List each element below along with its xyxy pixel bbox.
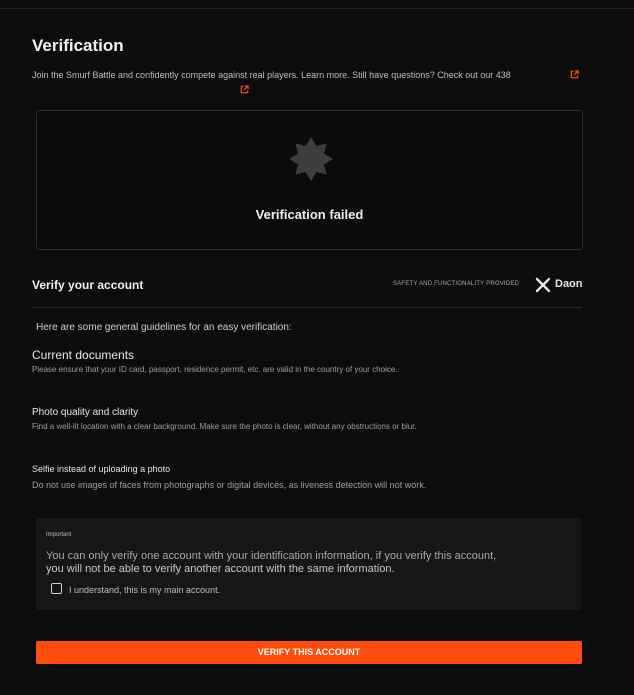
top-divider xyxy=(0,8,634,9)
important-label: Important xyxy=(46,532,72,538)
provider-name: Daon xyxy=(555,278,583,290)
provider-label: SAFETY AND FUNCTIONALITY PROVIDED xyxy=(393,281,520,287)
intro-text: Join the Smurf Battle and confidently co… xyxy=(32,70,511,80)
external-link-icon[interactable] xyxy=(570,70,579,79)
important-notice: Important You can only verify one accoun… xyxy=(36,518,581,610)
section-divider xyxy=(32,307,582,308)
checkbox-label[interactable]: I understand, this is my main account. xyxy=(69,585,220,595)
important-text: You can only verify one account with you… xyxy=(46,550,566,576)
important-line-1: You can only verify one account with you… xyxy=(46,550,497,562)
important-line-2: you will not be able to verify another a… xyxy=(46,563,395,575)
guideline-text: Please ensure that your ID card, passpor… xyxy=(32,365,398,374)
main-account-checkbox[interactable] xyxy=(51,583,62,594)
section-heading: Verify your account xyxy=(32,278,144,292)
verification-badge-icon xyxy=(289,137,333,181)
guideline-text: Find a well-lit location with a clear ba… xyxy=(32,422,417,431)
guideline-text: Do not use images of faces from photogra… xyxy=(32,480,427,490)
status-message: Verification failed xyxy=(255,207,364,222)
verify-account-button[interactable]: VERIFY THIS ACCOUNT xyxy=(36,641,582,664)
external-link-icon[interactable] xyxy=(240,85,249,94)
guideline-title: Current documents xyxy=(32,348,135,362)
guideline-title: Selfie instead of uploading a photo xyxy=(32,464,171,474)
guidelines-intro: Here are some general guidelines for an … xyxy=(36,322,292,333)
guideline-title: Photo quality and clarity xyxy=(32,407,139,418)
verification-status-panel: Verification failed xyxy=(36,110,583,250)
daon-x-logo-icon xyxy=(535,277,551,293)
page-title: Verification xyxy=(32,36,124,55)
